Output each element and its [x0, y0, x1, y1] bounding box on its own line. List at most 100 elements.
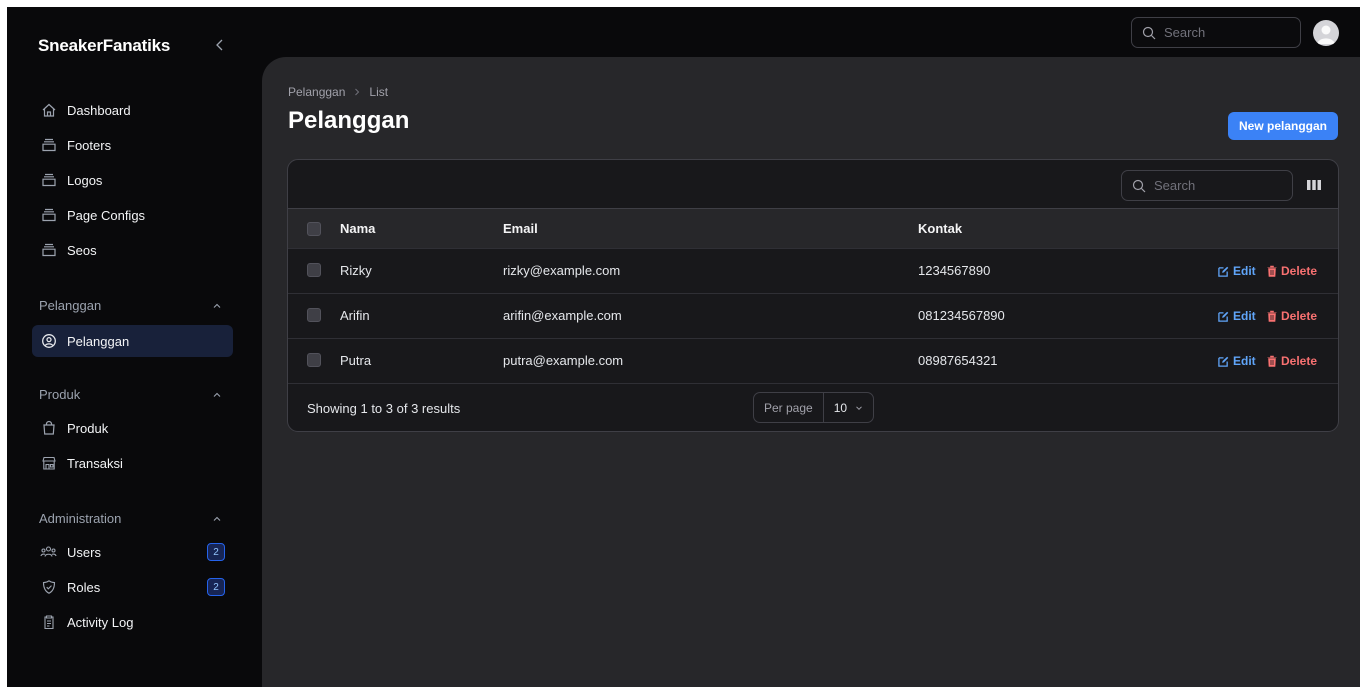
per-page-select[interactable]: Per page 10	[753, 392, 874, 423]
user-avatar-icon	[1317, 25, 1335, 44]
column-header-kontak[interactable]: Kontak	[918, 221, 962, 236]
sidebar-item-seos[interactable]: Seos	[32, 234, 233, 266]
table-search-input[interactable]	[1154, 178, 1274, 193]
sidebar-item-label: Transaksi	[67, 455, 123, 471]
table-card: Nama Email Kontak Rizky rizky@example.co…	[287, 159, 1339, 432]
brand-logo[interactable]: SneakerFanatiks	[38, 36, 170, 56]
delete-label: Delete	[1281, 309, 1318, 323]
shopping-bag-icon	[40, 420, 57, 437]
sidebar-item-label: Roles	[67, 579, 101, 595]
chevron-up-icon[interactable]	[212, 301, 222, 311]
group-label-produk[interactable]: Produk	[39, 387, 80, 402]
global-search[interactable]	[1131, 17, 1301, 48]
count-badge: 2	[207, 543, 225, 561]
delete-button[interactable]: Delete	[1267, 264, 1317, 278]
avatar[interactable]	[1313, 20, 1339, 46]
sidebar-item-label: Logos	[67, 172, 103, 188]
edit-button[interactable]: Edit	[1218, 309, 1256, 323]
cell-nama: Putra	[340, 353, 372, 368]
table-search[interactable]	[1121, 170, 1293, 201]
delete-button[interactable]: Delete	[1267, 354, 1317, 368]
pencil-square-icon	[1218, 356, 1229, 367]
group-label-administration[interactable]: Administration	[39, 511, 121, 526]
delete-label: Delete	[1281, 354, 1318, 368]
delete-label: Delete	[1281, 264, 1318, 278]
cell-nama: Arifin	[340, 308, 370, 323]
delete-button[interactable]: Delete	[1267, 309, 1317, 323]
cell-email: putra@example.com	[503, 353, 624, 368]
per-page-value: 10	[833, 400, 848, 415]
sidebar-item-label: Seos	[67, 242, 97, 258]
chevron-up-icon[interactable]	[212, 514, 222, 524]
chevron-right-icon	[355, 88, 360, 96]
sidebar-item-roles[interactable]: Roles 2	[32, 571, 233, 603]
pencil-square-icon	[1218, 266, 1229, 277]
column-header-nama[interactable]: Nama	[340, 221, 375, 236]
sidebar-item-produk[interactable]: Produk	[32, 412, 233, 444]
sidebar: SneakerFanatiks Dashboard Footers Logos …	[7, 7, 262, 687]
cell-email: arifin@example.com	[503, 308, 622, 323]
edit-label: Edit	[1233, 309, 1256, 323]
edit-button[interactable]: Edit	[1218, 354, 1256, 368]
edit-label: Edit	[1233, 264, 1256, 278]
column-toggle-icon[interactable]	[1306, 178, 1322, 192]
table-footer: Showing 1 to 3 of 3 results Per page 10	[288, 383, 1338, 431]
new-pelanggan-button[interactable]: New pelanggan	[1228, 112, 1338, 140]
collection-icon	[40, 172, 57, 189]
edit-button[interactable]: Edit	[1218, 264, 1256, 278]
sidebar-item-label: Pelanggan	[67, 333, 130, 349]
edit-label: Edit	[1233, 354, 1256, 368]
column-header-email[interactable]: Email	[503, 221, 538, 236]
cell-kontak: 1234567890	[918, 263, 991, 278]
sidebar-item-users[interactable]: Users 2	[32, 536, 233, 568]
breadcrumb: Pelanggan List	[288, 85, 388, 99]
table-header: Nama Email Kontak	[288, 208, 1338, 248]
global-search-input[interactable]	[1164, 25, 1284, 40]
sidebar-item-label: Users	[67, 544, 101, 560]
pencil-square-icon	[1218, 311, 1229, 322]
trash-icon	[1267, 265, 1277, 277]
per-page-label: Per page	[754, 393, 824, 422]
search-icon	[1132, 179, 1146, 192]
group-label-pelanggan[interactable]: Pelanggan	[39, 298, 101, 313]
table-row[interactable]: Arifin arifin@example.com 081234567890 E…	[288, 293, 1338, 338]
sidebar-item-label: Activity Log	[67, 614, 134, 630]
collection-icon	[40, 242, 57, 259]
chevron-down-icon	[856, 405, 862, 410]
breadcrumb-link-pelanggan[interactable]: Pelanggan	[288, 85, 345, 99]
row-checkbox[interactable]	[307, 308, 321, 322]
breadcrumb-current: List	[369, 85, 389, 99]
table-row[interactable]: Rizky rizky@example.com 1234567890 Edit …	[288, 248, 1338, 293]
chevron-up-icon[interactable]	[212, 390, 222, 400]
cell-kontak: 081234567890	[918, 308, 1005, 323]
cell-nama: Rizky	[340, 263, 372, 278]
cell-email: rizky@example.com	[503, 263, 621, 278]
pagination-summary: Showing 1 to 3 of 3 results	[307, 401, 461, 416]
trash-icon	[1267, 310, 1277, 322]
select-all-checkbox[interactable]	[307, 222, 321, 236]
sidebar-item-dashboard[interactable]: Dashboard	[32, 94, 233, 126]
trash-icon	[1267, 355, 1277, 367]
sidebar-item-transaksi[interactable]: Transaksi	[32, 447, 233, 479]
search-icon	[1142, 26, 1156, 39]
sidebar-item-label: Footers	[67, 137, 112, 153]
row-checkbox[interactable]	[307, 353, 321, 367]
sidebar-item-logos[interactable]: Logos	[32, 164, 233, 196]
collection-icon	[40, 207, 57, 224]
sidebar-item-page-configs[interactable]: Page Configs	[32, 199, 233, 231]
sidebar-item-pelanggan[interactable]: Pelanggan	[32, 325, 233, 357]
table-row[interactable]: Putra putra@example.com 08987654321 Edit…	[288, 338, 1338, 383]
sidebar-item-footers[interactable]: Footers	[32, 129, 233, 161]
cell-kontak: 08987654321	[918, 353, 998, 368]
row-checkbox[interactable]	[307, 263, 321, 277]
sidebar-item-label: Page Configs	[67, 207, 146, 223]
user-circle-icon	[40, 333, 57, 350]
sidebar-item-label: Dashboard	[67, 102, 131, 118]
sidebar-item-label: Produk	[67, 420, 109, 436]
count-badge: 2	[207, 578, 225, 596]
collapse-sidebar-icon[interactable]	[213, 35, 227, 55]
sidebar-item-activity-log[interactable]: Activity Log	[32, 606, 233, 638]
page-title: Pelanggan	[288, 107, 410, 134]
per-page-value-wrap[interactable]: 10	[824, 401, 863, 415]
clipboard-icon	[40, 614, 57, 631]
